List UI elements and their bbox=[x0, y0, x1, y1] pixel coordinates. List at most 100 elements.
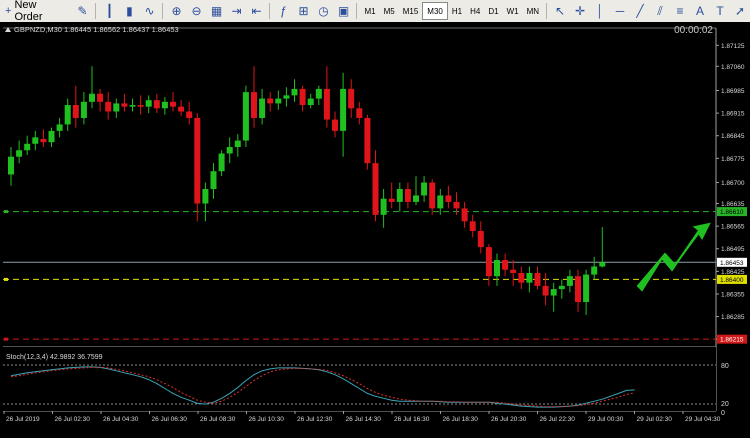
candle-body bbox=[80, 101, 87, 118]
crosshair-icon[interactable]: ✛ bbox=[571, 2, 589, 20]
time-tick-label: 26 Jul 22:30 bbox=[540, 416, 576, 423]
candle-body bbox=[72, 105, 79, 118]
candle-body bbox=[153, 100, 160, 109]
time-tick-label: 26 Jul 10:30 bbox=[249, 416, 285, 423]
zoom-in-icon[interactable]: ⊕ bbox=[167, 2, 185, 20]
new-order-label: New Order bbox=[14, 0, 43, 23]
timeframe-w1[interactable]: W1 bbox=[503, 3, 523, 19]
price-tick-label: 1.86495 bbox=[721, 246, 745, 253]
chart-shift-icon[interactable]: ⇤ bbox=[247, 2, 265, 20]
zoom-out-icon[interactable]: ⊖ bbox=[187, 2, 205, 20]
toolbar-separator bbox=[95, 3, 97, 19]
timeframe-mn[interactable]: MN bbox=[523, 3, 543, 19]
price-tick-label: 1.86700 bbox=[721, 180, 745, 187]
price-tick-label: 1.86635 bbox=[721, 201, 745, 208]
timeframe-m1[interactable]: M1 bbox=[360, 3, 379, 19]
timeframe-bar: M1 M5 M15 M30 H1 H4 D1 W1 MN bbox=[360, 2, 543, 20]
price-tick-label: 1.86565 bbox=[721, 224, 745, 231]
candle-body bbox=[161, 101, 168, 109]
green-level-tag-label: 1.86610 bbox=[720, 209, 744, 216]
candle-body bbox=[364, 117, 371, 164]
autoscroll-icon[interactable]: ⇥ bbox=[227, 2, 245, 20]
candle-body bbox=[267, 98, 274, 104]
text-tool-icon[interactable]: A bbox=[691, 2, 709, 20]
candle-body bbox=[226, 147, 233, 154]
candle-body bbox=[56, 124, 63, 131]
horizontal-line-icon[interactable]: ─ bbox=[611, 2, 629, 20]
bar-chart-icon[interactable]: ┃ bbox=[100, 2, 118, 20]
time-tick-label: 26 Jul 16:30 bbox=[394, 416, 430, 423]
candle-body bbox=[137, 105, 144, 107]
toolbar-separator bbox=[546, 3, 548, 19]
price-tick-label: 1.87125 bbox=[721, 43, 745, 50]
candle-body bbox=[477, 230, 484, 248]
timeframe-m5[interactable]: M5 bbox=[380, 3, 399, 19]
candle-body bbox=[275, 98, 282, 104]
candle-body bbox=[340, 88, 347, 131]
candle-body bbox=[421, 182, 428, 196]
candle-body bbox=[259, 98, 266, 118]
candle-body bbox=[356, 108, 363, 118]
stoch-tick-80: 80 bbox=[721, 363, 729, 370]
autotrading-icon[interactable]: ✎ bbox=[73, 2, 91, 20]
channel-icon[interactable]: ⫽ bbox=[651, 2, 669, 20]
fibonacci-icon[interactable]: ≡ bbox=[671, 2, 689, 20]
timeframe-h1[interactable]: H1 bbox=[448, 3, 466, 19]
indicators-icon[interactable]: ƒ bbox=[274, 2, 292, 20]
grid-icon[interactable]: ▦ bbox=[207, 2, 225, 20]
price-tick-label: 1.86845 bbox=[721, 133, 745, 140]
candle-body bbox=[97, 93, 104, 102]
candle-body bbox=[40, 138, 47, 143]
timeframe-d1[interactable]: D1 bbox=[484, 3, 502, 19]
toolbar-separator bbox=[162, 3, 164, 19]
yellow-level-anchor[interactable] bbox=[4, 277, 8, 281]
candle-body bbox=[283, 95, 290, 99]
candle-body bbox=[583, 274, 590, 303]
arrow-tool-icon[interactable]: ➚ bbox=[731, 2, 749, 20]
chart-window[interactable]: GBPNZD,M30 1.86445 1.86562 1.86437 1.864… bbox=[0, 22, 750, 433]
cursor-icon[interactable]: ↖ bbox=[551, 2, 569, 20]
trendline-icon[interactable]: ╱ bbox=[631, 2, 649, 20]
periods-icon[interactable]: ◷ bbox=[314, 2, 332, 20]
timeframe-h4[interactable]: H4 bbox=[466, 3, 484, 19]
stochastic-label: Stoch(12,3,4) 42.9892 36.7599 bbox=[6, 354, 103, 361]
price-tick-label: 1.86355 bbox=[721, 291, 745, 298]
time-tick-label: 26 Jul 14:30 bbox=[346, 416, 382, 423]
candle-body bbox=[202, 189, 209, 204]
toolbar-separator bbox=[356, 3, 358, 19]
stochastic-panel[interactable] bbox=[3, 347, 716, 411]
candle-body bbox=[234, 140, 241, 148]
candle-body bbox=[388, 198, 395, 202]
candle-body bbox=[105, 101, 112, 112]
time-tick-label: 26 Jul 18:30 bbox=[443, 416, 479, 423]
toolbar-separator bbox=[269, 3, 271, 19]
toolbar: + New Order ✎ ┃ ▮ ∿ ⊕ ⊖ ▦ ⇥ ⇤ ƒ ⊞ ◷ ▣ M1… bbox=[0, 0, 750, 23]
candle-body bbox=[64, 105, 71, 125]
templates-icon[interactable]: ▣ bbox=[334, 2, 352, 20]
candle-body bbox=[332, 119, 338, 131]
candlestick-chart-icon[interactable]: ▮ bbox=[120, 2, 138, 20]
label-tool-icon[interactable]: T bbox=[711, 2, 729, 20]
add-object-icon[interactable]: ⊞ bbox=[294, 2, 312, 20]
timeframe-m15[interactable]: M15 bbox=[399, 3, 423, 19]
line-chart-icon[interactable]: ∿ bbox=[140, 2, 158, 20]
green-level-anchor[interactable] bbox=[4, 210, 8, 214]
candle-body bbox=[242, 92, 249, 141]
candle-body bbox=[550, 289, 557, 296]
candle-body bbox=[542, 285, 549, 296]
candle-body bbox=[8, 156, 14, 175]
candle-body bbox=[566, 276, 573, 286]
candle-body bbox=[315, 88, 322, 99]
candle-body bbox=[194, 117, 201, 204]
price-tick-label: 1.86285 bbox=[721, 314, 745, 321]
candle-body bbox=[404, 189, 411, 202]
red-level-anchor[interactable] bbox=[4, 337, 8, 341]
price-tick-label: 1.86425 bbox=[721, 269, 745, 276]
price-chart[interactable]: GBPNZD,M30 1.86445 1.86562 1.86437 1.864… bbox=[0, 22, 750, 433]
candle-body bbox=[510, 269, 517, 273]
new-order-button[interactable]: + New Order bbox=[1, 0, 71, 23]
candle-body bbox=[24, 143, 31, 151]
vertical-line-icon[interactable]: │ bbox=[591, 2, 609, 20]
timeframe-m30[interactable]: M30 bbox=[422, 2, 448, 20]
time-tick-label: 29 Jul 02:30 bbox=[637, 416, 673, 423]
